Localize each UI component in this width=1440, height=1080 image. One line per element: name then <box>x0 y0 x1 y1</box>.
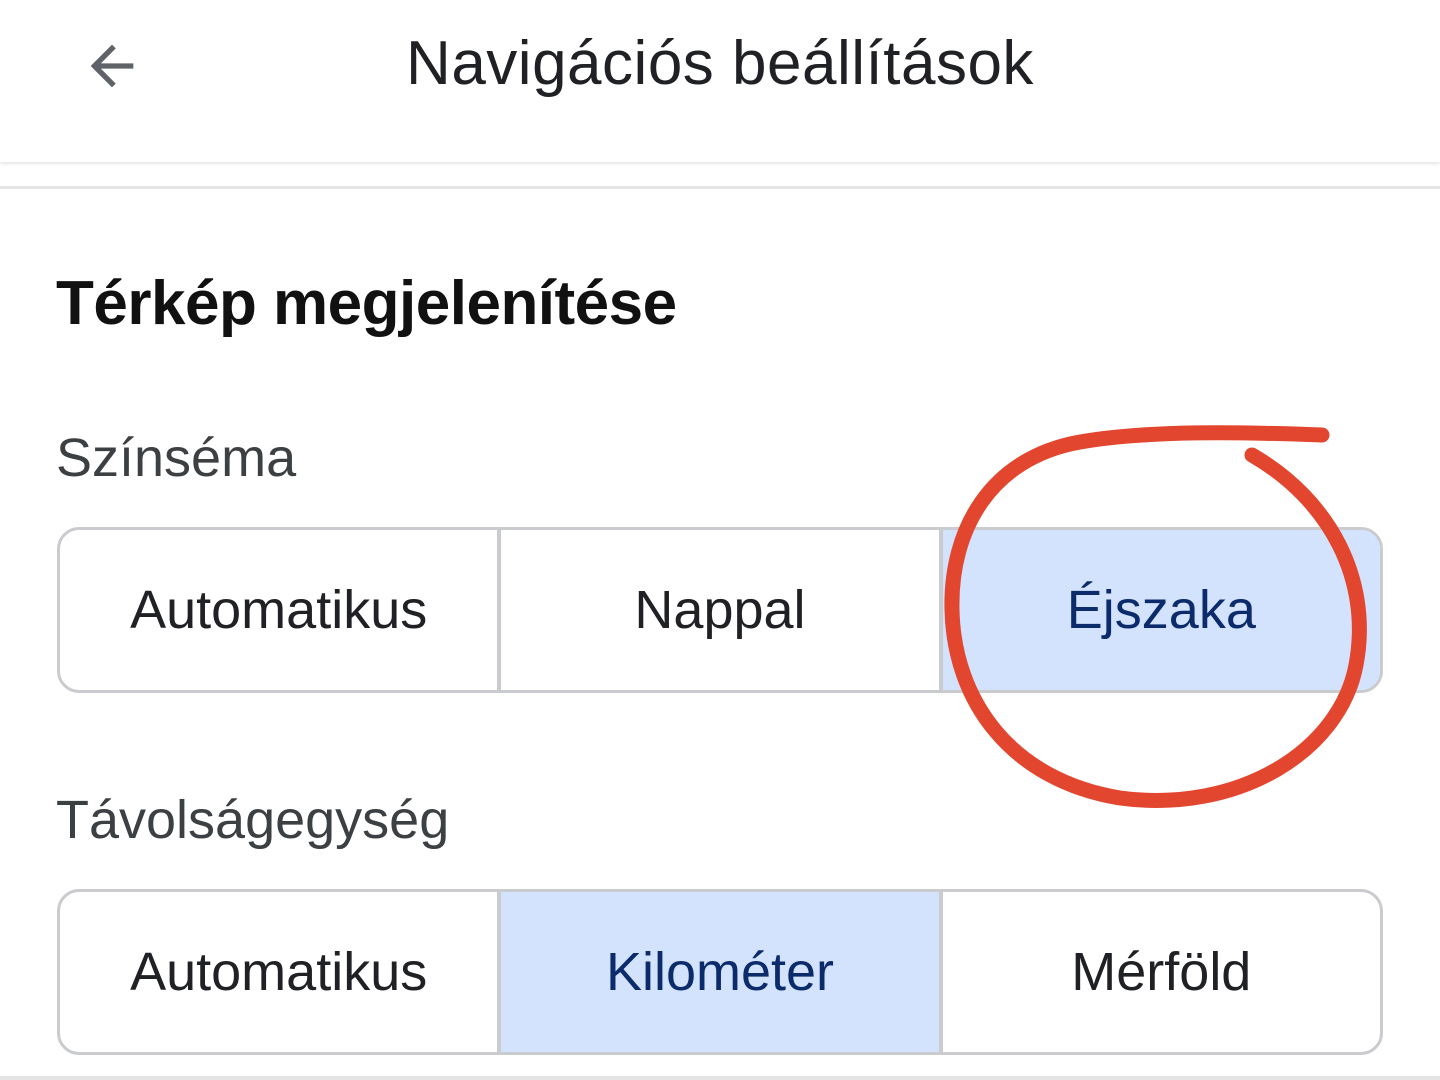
header-divider <box>0 186 1440 189</box>
app-bar: Navigációs beállítások <box>0 0 1440 162</box>
color-scheme-selector: Automatikus Nappal Éjszaka <box>57 527 1383 693</box>
color-scheme-option-day[interactable]: Nappal <box>497 530 938 690</box>
color-scheme-option-night[interactable]: Éjszaka <box>938 530 1380 690</box>
distance-unit-option-mile[interactable]: Mérföld <box>938 892 1380 1052</box>
distance-unit-selector: Automatikus Kilométer Mérföld <box>57 889 1383 1055</box>
color-scheme-label: Színséma <box>56 428 297 488</box>
bottom-divider <box>0 1076 1440 1080</box>
section-title: Térkép megjelenítése <box>56 269 677 338</box>
color-scheme-option-automatic[interactable]: Automatikus <box>60 530 497 690</box>
page-title: Navigációs beállítások <box>406 29 1034 98</box>
distance-unit-option-automatic[interactable]: Automatikus <box>60 892 497 1052</box>
distance-unit-label: Távolságegység <box>56 790 450 850</box>
distance-unit-option-kilometer[interactable]: Kilométer <box>497 892 939 1052</box>
